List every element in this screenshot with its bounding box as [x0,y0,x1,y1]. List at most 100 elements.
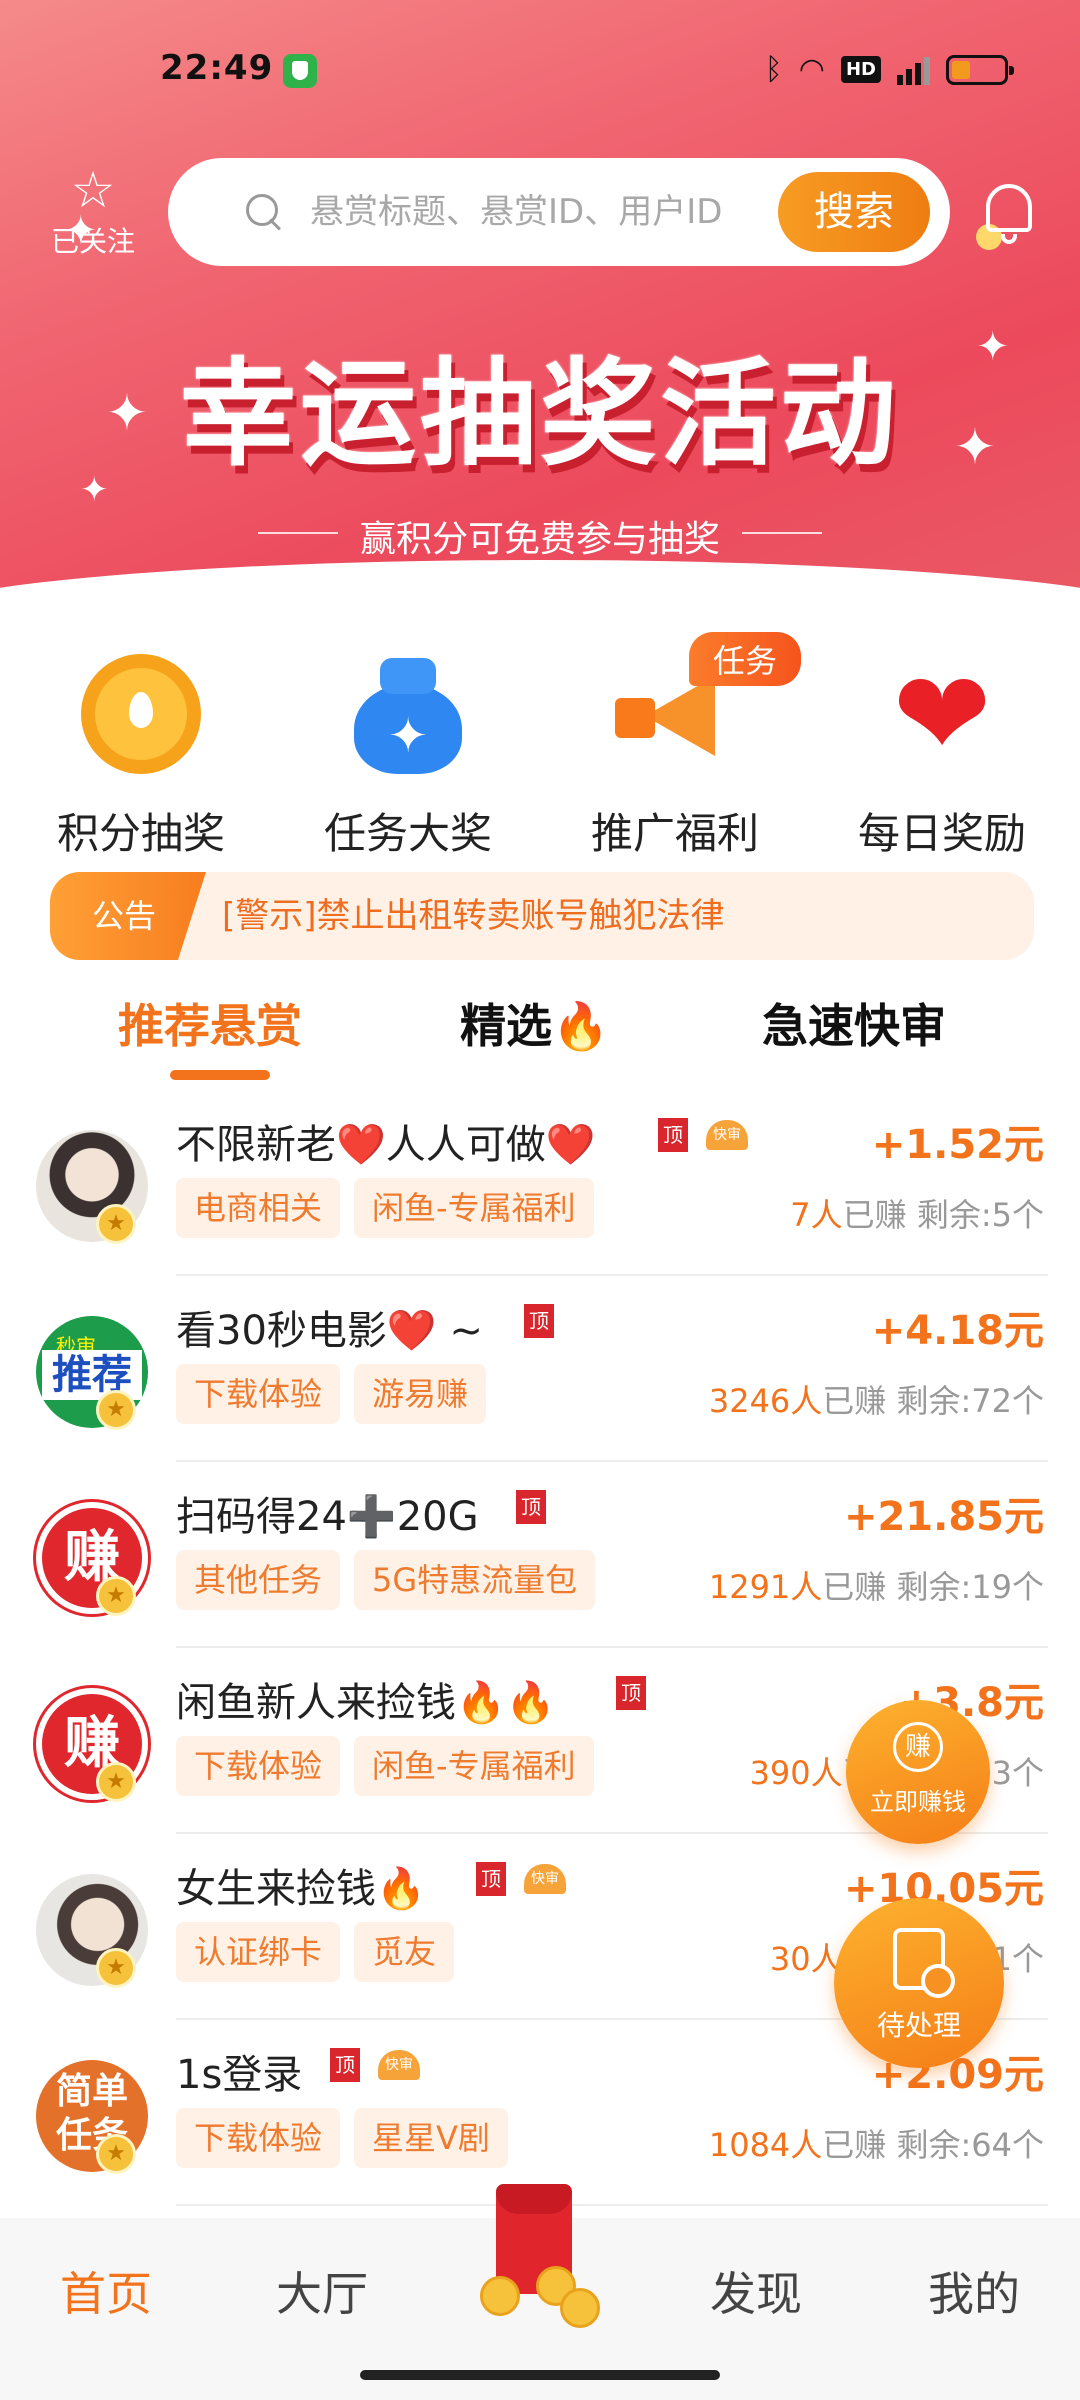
task-tag: 下载体验 [176,1364,341,1424]
search-bar[interactable]: 搜索 [168,158,950,266]
signal-icon [897,55,930,85]
task-stats: 1291人已赚 剩余:19个 [709,1562,1044,1608]
banner-pagination [452,580,618,594]
task-badges: 顶 快审 [476,1862,566,1896]
task-tag: 游易赚 [354,1364,487,1424]
quick-label: 积分抽奖 [56,809,225,858]
task-title: 扫码得24➕20G [176,1494,479,1540]
task-title: 看30秒电影❤️ ~ [176,1308,483,1354]
quick-promo-benefit[interactable]: 任务 推广福利 [545,632,805,861]
medal-icon: ★ [96,1204,136,1244]
earned-count: 1291人 [708,1568,823,1606]
task-title: 不限新老❤️人人可做❤️ [176,1122,596,1168]
medal-icon: ★ [96,1390,136,1430]
pending-label: 待处理 [876,2009,961,2042]
bell-icon[interactable] [974,174,1044,254]
task-tags: 认证绑卡 觅友 [176,1922,455,1982]
banner-subtitle: 赢积分可免费参与抽奖 [250,510,830,562]
task-row[interactable]: ★ 不限新老❤️人人可做❤️ 顶 快审 +1.52元 电商相关 闲鱼-专属福利 … [0,1090,1080,1276]
wifi-icon: ◠ [798,52,825,87]
fast-review-badge: 快审 [378,2050,420,2080]
pinned-badge: 顶 [616,1676,646,1710]
pinned-badge: 顶 [524,1304,554,1338]
earned-count: 390人 [749,1754,843,1792]
task-stats: 1084人已赚 剩余:64个 [709,2120,1044,2166]
red-envelope-icon[interactable] [476,2184,616,2334]
notice-bar[interactable]: 公告 [警示]禁止出租转卖账号触犯法律 [50,872,1034,960]
task-tags: 电商相关 闲鱼-专属福利 [176,1178,594,1238]
search-button[interactable]: 搜索 [778,172,930,252]
medal-icon: ★ [96,2134,136,2174]
heart-icon: ❤ [892,645,992,783]
task-title: 1s登录 [176,2052,303,2098]
task-tag: 星星V剧 [354,2108,508,2168]
tab-fast-review[interactable]: 急速快审 [762,990,946,1056]
task-tag: 5G特惠流量包 [354,1550,596,1610]
pagination-dot [490,580,504,594]
search-icon [244,192,284,232]
bluetooth-icon: ᛒ [764,52,783,87]
tab-recommended[interactable]: 推荐悬赏 [118,990,302,1056]
earned-count: 7人 [790,1196,843,1234]
pagination-dot [566,580,580,594]
coin-icon [81,654,201,774]
pending-button[interactable]: 待处理 [834,1898,1004,2068]
pinned-badge: 顶 [330,2048,360,2082]
sparkle-icon: ✦ [64,208,98,254]
task-row[interactable]: 秒审 推荐 ★ 看30秒电影❤️ ~ 顶 +4.18元 下载体验 游易赚 324… [0,1276,1080,1462]
task-tag: 下载体验 [176,2108,341,2168]
nav-mine[interactable]: 我的 [928,2258,1020,2324]
pagination-dot [604,580,618,594]
notice-tag: 公告 [50,872,206,960]
task-tag: 认证绑卡 [176,1922,341,1982]
tab-selected[interactable]: 精选🔥 [460,990,609,1056]
earned-label: 已赚 [822,1568,887,1606]
earned-label: 已赚 [842,1196,907,1234]
task-title: 闲鱼新人来捡钱🔥🔥 [176,1680,556,1726]
quick-label: 推广福利 [590,809,759,858]
hd-icon: HD [840,56,881,83]
nav-hall[interactable]: 大厅 [276,2258,368,2324]
task-tag: 闲鱼-专属福利 [354,1736,594,1796]
home-indicator[interactable] [360,2370,720,2380]
fast-review-badge: 快审 [706,1120,748,1150]
document-clock-icon [893,1928,955,1998]
quick-daily-reward[interactable]: ❤ 每日奖励 [812,640,1072,861]
remaining-count: 剩余:5个 [916,1196,1044,1234]
medal-icon: ★ [96,1576,136,1616]
earned-label: 已赚 [822,2126,887,2164]
task-badges: 顶 快审 [330,2048,420,2082]
task-tabs: 推荐悬赏 精选🔥 急速快审 [0,980,1080,1090]
remaining-count: 剩余:19个 [896,1568,1044,1606]
medal-icon: ★ [96,1762,136,1802]
earned-count: 3246人 [708,1382,823,1420]
task-tag: 下载体验 [176,1736,341,1796]
hero-banner[interactable]: 22:49 ᛒ ◠ HD ☆ 已关注 搜索 ✦ ✦ ✦ ✦ ✦ 幸运抽奖活动 赢… [0,0,1080,620]
task-price: +1.52元 [871,1122,1044,1168]
security-app-icon [283,54,317,88]
task-price: +21.85元 [843,1494,1044,1540]
task-tag: 其他任务 [176,1550,341,1610]
status-icons: ᛒ ◠ HD [764,52,1014,87]
medal-icon: ★ [96,1948,136,1988]
task-stats: 7人已赚 剩余:5个 [790,1190,1044,1236]
task-row[interactable]: 赚 ★ 扫码得24➕20G 顶 +21.85元 其他任务 5G特惠流量包 129… [0,1462,1080,1648]
task-tag: 电商相关 [176,1178,341,1238]
task-badges: 顶 [524,1304,554,1338]
quick-points-lottery[interactable]: 积分抽奖 [11,640,271,861]
tab-underline [170,1070,270,1080]
money-bag-icon: ✦ [348,654,468,774]
search-input[interactable] [310,192,760,232]
earn-now-button[interactable]: 赚 立即赚钱 [846,1700,990,1844]
pagination-dot [452,580,466,594]
task-tags: 下载体验 星星V剧 [176,2108,508,2168]
task-tags: 其他任务 5G特惠流量包 [176,1550,596,1610]
task-price: +4.18元 [871,1308,1044,1354]
task-tags: 下载体验 游易赚 [176,1364,487,1424]
nav-discover[interactable]: 发现 [710,2258,802,2324]
notice-text: [警示]禁止出租转卖账号触犯法律 [222,896,725,936]
earn-coin-icon: 赚 [893,1722,943,1772]
battery-icon [946,54,1014,85]
quick-task-prize[interactable]: ✦ 任务大奖 [278,640,538,861]
nav-home[interactable]: 首页 [60,2258,152,2324]
